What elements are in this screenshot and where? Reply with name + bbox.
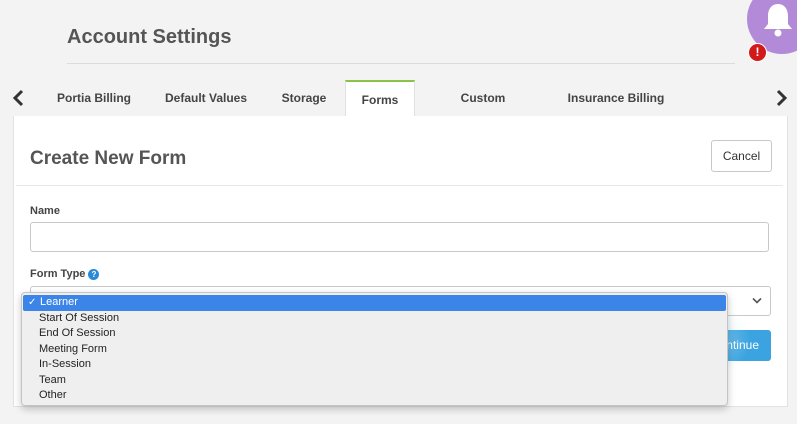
dropdown-option-team[interactable]: Team bbox=[22, 373, 727, 389]
form-type-label: Form Type bbox=[30, 268, 86, 280]
dropdown-option-end-of-session[interactable]: End Of Session bbox=[22, 326, 727, 342]
help-icon[interactable]: ? bbox=[88, 269, 100, 280]
dropdown-option-other[interactable]: Other bbox=[22, 388, 727, 404]
chevron-down-icon bbox=[752, 297, 762, 304]
dropdown-option-in-session[interactable]: In-Session bbox=[22, 357, 727, 373]
alert-icon: ! bbox=[748, 43, 767, 62]
panel-divider bbox=[16, 185, 783, 186]
name-label: Name bbox=[30, 205, 60, 217]
page-title: Account Settings bbox=[67, 26, 232, 48]
dropdown-option-label: Learner bbox=[40, 296, 78, 308]
bell-icon bbox=[764, 4, 792, 37]
tab-storage[interactable]: Storage bbox=[280, 80, 328, 116]
name-input[interactable] bbox=[30, 222, 769, 252]
cancel-button[interactable]: Cancel bbox=[711, 140, 772, 172]
tab-custom-reports[interactable]: Custom Reports▼ bbox=[433, 80, 533, 141]
tab-bar: Portia Billing Default Values Storage Fo… bbox=[0, 80, 797, 141]
tab-insurance-billing[interactable]: Insurance Billing bbox=[566, 80, 666, 116]
form-title: Create New Form bbox=[30, 148, 187, 169]
header-divider bbox=[67, 63, 735, 64]
tab-default-values[interactable]: Default Values bbox=[162, 80, 250, 116]
tab-portia-billing[interactable]: Portia Billing bbox=[55, 80, 133, 116]
dropdown-option-meeting-form[interactable]: Meeting Form bbox=[22, 342, 727, 358]
chevron-left-icon[interactable] bbox=[10, 89, 28, 107]
dropdown-option-start-of-session[interactable]: Start Of Session bbox=[22, 311, 727, 327]
dropdown-option-learner[interactable]: ✓ Learner bbox=[23, 295, 726, 311]
tab-forms[interactable]: Forms bbox=[345, 80, 415, 116]
checkmark-icon: ✓ bbox=[28, 297, 37, 308]
form-type-label-row: Form Type? bbox=[30, 268, 100, 280]
chevron-right-icon[interactable] bbox=[772, 89, 790, 107]
form-type-dropdown: ✓ Learner Start Of Session End Of Session… bbox=[21, 292, 728, 406]
